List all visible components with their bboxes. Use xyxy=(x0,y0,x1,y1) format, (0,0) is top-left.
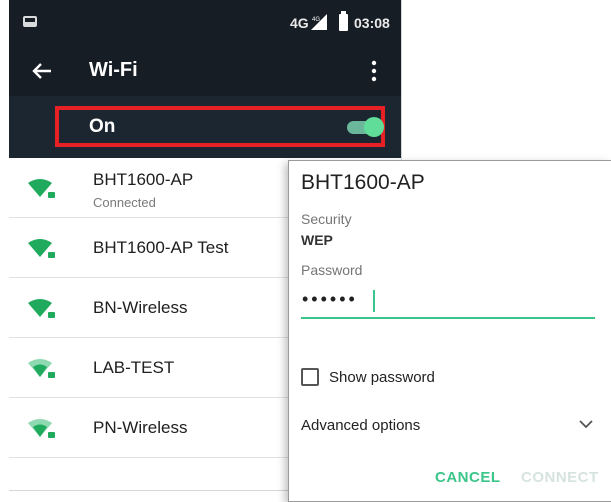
security-label: Security xyxy=(301,211,352,227)
password-input[interactable]: •••••• xyxy=(301,287,595,319)
text-cursor xyxy=(373,290,375,312)
clock: 03:08 xyxy=(354,15,390,31)
page-title: Wi-Fi xyxy=(89,59,138,81)
network-type: 4G xyxy=(290,15,309,31)
wifi-lock-icon xyxy=(28,179,55,198)
wifi-connect-dialog: BHT1600-AP Security WEP Password •••••• … xyxy=(288,160,611,502)
password-label: Password xyxy=(301,262,363,278)
network-ssid: BN-Wireless xyxy=(93,298,188,317)
more-vert-icon[interactable] xyxy=(371,60,377,82)
cancel-button[interactable]: CANCEL xyxy=(435,469,501,486)
wifi-master-switch-row[interactable]: On xyxy=(9,96,401,158)
switch-label: On xyxy=(89,116,116,137)
signal-icon: 4G xyxy=(311,14,327,30)
connect-button[interactable]: CONNECT xyxy=(521,469,599,486)
network-ssid: PN-Wireless xyxy=(93,418,188,437)
wifi-toggle[interactable] xyxy=(347,117,384,137)
password-value: •••••• xyxy=(302,289,358,309)
show-password-label[interactable]: Show password xyxy=(329,369,435,386)
svg-text:4G: 4G xyxy=(312,17,320,23)
network-ssid: LAB-TEST xyxy=(93,358,175,377)
chevron-down-icon[interactable] xyxy=(579,419,593,429)
security-value: WEP xyxy=(301,232,333,248)
wifi-lock-icon xyxy=(28,239,55,258)
app-toolbar: Wi-Fi xyxy=(9,48,401,96)
back-arrow-icon[interactable] xyxy=(31,60,53,82)
show-password-checkbox[interactable] xyxy=(301,368,319,386)
network-ssid: BHT1600-AP xyxy=(93,170,194,189)
battery-icon xyxy=(339,11,348,31)
dialog-title: BHT1600-AP xyxy=(301,171,425,194)
network-status: Connected xyxy=(93,195,156,210)
wifi-lock-icon xyxy=(28,419,55,438)
wifi-lock-icon xyxy=(28,299,55,318)
network-ssid: BHT1600-AP Test xyxy=(93,238,229,257)
status-bar: 4G 4G 03:08 xyxy=(9,0,401,48)
advanced-options-label[interactable]: Advanced options xyxy=(301,417,420,434)
wifi-lock-icon xyxy=(28,359,55,378)
toggle-thumb xyxy=(364,117,384,137)
screenshot-icon xyxy=(23,16,37,27)
